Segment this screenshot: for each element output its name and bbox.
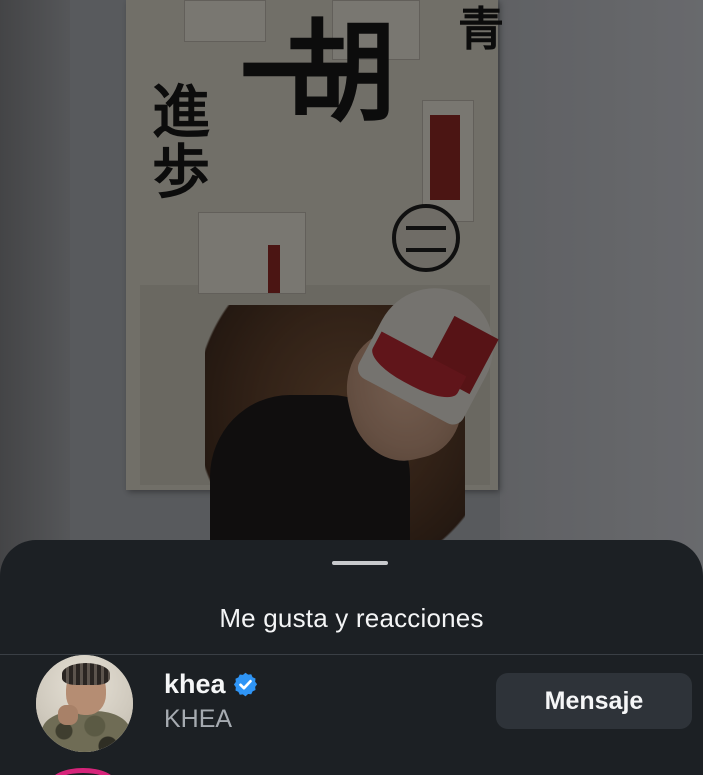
user-row[interactable]: khea KHEA Mensaje (0, 655, 703, 775)
username[interactable]: khea (164, 669, 226, 700)
full-name: KHEA (164, 705, 233, 733)
verified-badge-icon (233, 672, 257, 696)
sheet-title: Me gusta y reacciones (219, 603, 484, 633)
sheet-drag-handle[interactable] (332, 561, 388, 565)
message-button[interactable]: Mensaje (496, 673, 692, 729)
app-screen: 進歩 一 胡 青 Me gusta y reacciones khea KHEA… (0, 0, 703, 775)
likes-bottom-sheet: Me gusta y reacciones khea KHEA Mensaje (0, 540, 703, 775)
user-avatar[interactable] (36, 655, 133, 752)
post-photo: 進歩 一 胡 青 (0, 0, 703, 600)
username-line: khea (164, 668, 259, 700)
